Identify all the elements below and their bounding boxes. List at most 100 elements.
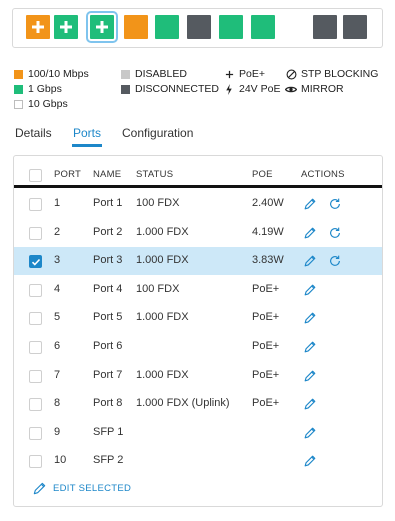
plus-icon (96, 21, 108, 33)
port-tile-port-2[interactable] (54, 15, 78, 39)
table-header: PORT NAME STATUS POE ACTIONS (14, 156, 382, 188)
cell-name: Port 8 (93, 397, 123, 410)
port-tile-port-8[interactable] (251, 15, 275, 39)
gray-swatch-icon (121, 69, 130, 79)
cell-port: 8 (54, 397, 61, 410)
port-tile-sfp-1[interactable] (313, 15, 337, 39)
cell-name: SFP 2 (93, 454, 124, 467)
legend-label: 24V PoE (239, 83, 281, 95)
port-tile-port-7[interactable] (219, 15, 243, 39)
active-tab-indicator (72, 144, 103, 147)
orange-swatch-icon (14, 69, 23, 79)
port-tile-port-1[interactable] (26, 15, 50, 39)
row-checkbox[interactable] (29, 369, 42, 383)
legend-label: 1 Gbps (28, 83, 62, 95)
table-row[interactable]: 7 Port 7 1.000 FDX PoE+ (14, 362, 382, 390)
row-checkbox[interactable] (29, 312, 42, 326)
cell-poe: PoE+ (252, 311, 280, 324)
table-row[interactable]: 3 Port 3 1.000 FDX 3.83W (14, 247, 382, 276)
legend-label: MIRROR (301, 83, 344, 95)
tab-label: Ports (73, 126, 102, 140)
table-row[interactable]: 2 Port 2 1.000 FDX 4.19W (14, 219, 382, 247)
table-row[interactable]: 9 SFP 1 (14, 419, 382, 447)
edit-pencil-icon[interactable] (303, 283, 317, 297)
legend-disconnected: DISCONNECTED (121, 82, 219, 96)
legend-1gbps: 1 Gbps (14, 82, 62, 96)
legend-10gbps: 10 Gbps (14, 97, 68, 111)
cell-name: Port 3 (93, 254, 123, 267)
dark-gray-swatch-icon (121, 84, 130, 94)
tab-bar: Details Ports Configuration (15, 125, 375, 147)
port-tile-port-6[interactable] (187, 15, 211, 39)
edit-pencil-icon[interactable] (303, 254, 317, 268)
refresh-icon[interactable] (328, 254, 342, 268)
eye-icon (285, 85, 297, 94)
cell-port: 2 (54, 225, 61, 238)
edit-selected-label: EDIT SELECTED (53, 483, 132, 494)
cell-poe: 3.83W (252, 254, 284, 267)
cell-name: Port 7 (93, 368, 123, 381)
table-row[interactable]: 1 Port 1 100 FDX 2.40W (14, 190, 382, 218)
table-row[interactable]: 5 Port 5 1.000 FDX PoE+ (14, 304, 382, 332)
select-all-checkbox[interactable] (29, 169, 42, 182)
row-checkbox[interactable] (29, 283, 42, 297)
port-tile-port-3[interactable] (86, 11, 118, 43)
row-checkbox[interactable] (29, 198, 42, 211)
legend-label: 100/10 Mbps (28, 68, 89, 80)
cell-status: 1.000 FDX (136, 254, 189, 267)
plus-icon (60, 21, 72, 33)
cell-poe: PoE+ (252, 397, 280, 410)
tab-ports[interactable]: Ports (72, 125, 103, 147)
cell-poe: 4.19W (252, 225, 284, 238)
table-row[interactable]: 8 Port 8 1.000 FDX (Uplink) PoE+ (14, 390, 382, 418)
port-tile-port-4[interactable] (124, 15, 148, 39)
tab-configuration[interactable]: Configuration (122, 125, 193, 147)
table-row[interactable]: 4 Port 4 100 FDX PoE+ (14, 276, 382, 304)
plus-icon (223, 70, 235, 79)
table-row[interactable]: 6 Port 6 PoE+ (14, 333, 382, 361)
row-checkbox[interactable] (29, 255, 42, 269)
edit-pencil-icon[interactable] (303, 426, 317, 440)
tab-label: Configuration (122, 126, 194, 140)
cell-name: Port 4 (93, 282, 123, 295)
cell-name: Port 6 (93, 340, 123, 352)
refresh-icon[interactable] (328, 226, 342, 240)
cell-port: 4 (54, 282, 61, 295)
legend-disabled: DISABLED (121, 67, 187, 81)
refresh-icon[interactable] (328, 197, 342, 211)
edit-pencil-icon[interactable] (303, 226, 317, 240)
port-tile-port-5[interactable] (155, 15, 179, 39)
legend-100mbps: 100/10 Mbps (14, 67, 89, 81)
cell-port: 1 (54, 197, 61, 209)
edit-pencil-icon[interactable] (303, 397, 317, 411)
tab-details[interactable]: Details (15, 125, 52, 147)
legend-24v-poe: 24V PoE (223, 82, 280, 96)
plus-icon (32, 21, 44, 33)
edit-pencil-icon[interactable] (303, 311, 317, 325)
row-checkbox[interactable] (29, 226, 42, 240)
row-checkbox[interactable] (29, 398, 42, 412)
column-header-name: NAME (93, 169, 122, 180)
row-checkbox[interactable] (29, 341, 42, 354)
row-checkbox[interactable] (29, 455, 42, 469)
legend-stp-blocking: STP BLOCKING (285, 67, 378, 81)
ports-table: PORT NAME STATUS POE ACTIONS 1 Port 1 100 … (13, 155, 383, 507)
edit-pencil-icon[interactable] (303, 197, 317, 211)
edit-selected-button[interactable]: EDIT SELECTED (32, 481, 131, 496)
edit-pencil-icon[interactable] (303, 454, 317, 468)
column-header-poe: POE (252, 169, 273, 180)
cell-port: 9 (54, 425, 61, 438)
edit-pencil-icon[interactable] (303, 340, 317, 354)
cell-port: 5 (54, 311, 61, 324)
check-icon (31, 259, 41, 266)
port-tile-sfp-2[interactable] (343, 15, 367, 39)
edit-pencil-icon[interactable] (303, 369, 317, 383)
table-row[interactable]: 10 SFP 2 (14, 447, 382, 475)
green-swatch-icon (14, 84, 23, 94)
legend-label: 10 Gbps (28, 98, 68, 110)
row-checkbox[interactable] (29, 426, 42, 440)
column-header-port: PORT (54, 169, 82, 180)
legend-label: PoE+ (239, 68, 265, 80)
cell-status: 1.000 FDX (136, 368, 189, 381)
cell-status: 1.000 FDX (136, 225, 189, 238)
